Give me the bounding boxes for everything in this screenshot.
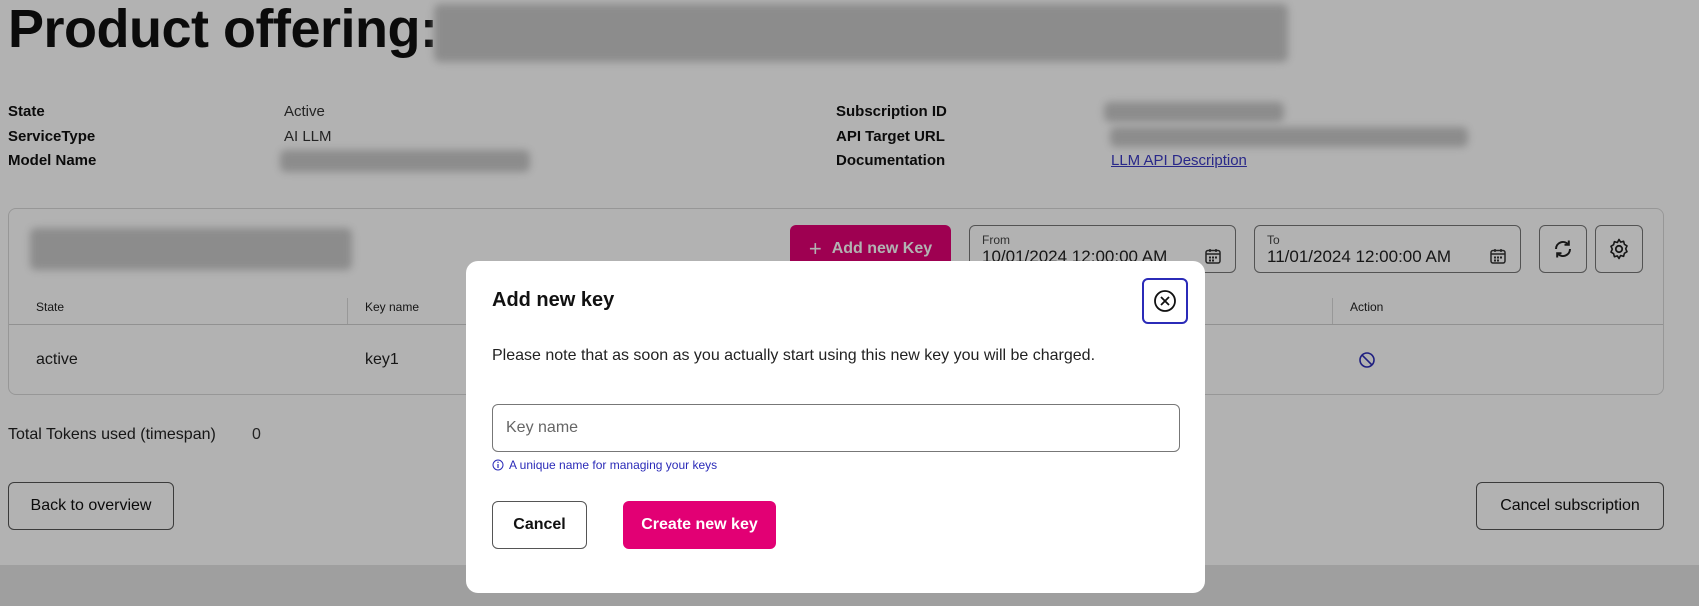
key-name-help-text: A unique name for managing your keys — [509, 458, 718, 472]
create-new-key-button[interactable]: Create new key — [623, 501, 776, 549]
add-new-key-dialog: Add new key Please note that as soon as … — [466, 261, 1205, 593]
key-name-help: A unique name for managing your keys — [492, 458, 717, 472]
dialog-title: Add new key — [492, 289, 615, 311]
cancel-button[interactable]: Cancel — [492, 501, 587, 549]
key-name-input[interactable] — [492, 404, 1180, 452]
close-icon — [1154, 290, 1176, 312]
dialog-note: Please note that as soon as you actually… — [492, 347, 1096, 364]
info-icon — [492, 459, 504, 471]
close-button[interactable] — [1142, 278, 1188, 324]
